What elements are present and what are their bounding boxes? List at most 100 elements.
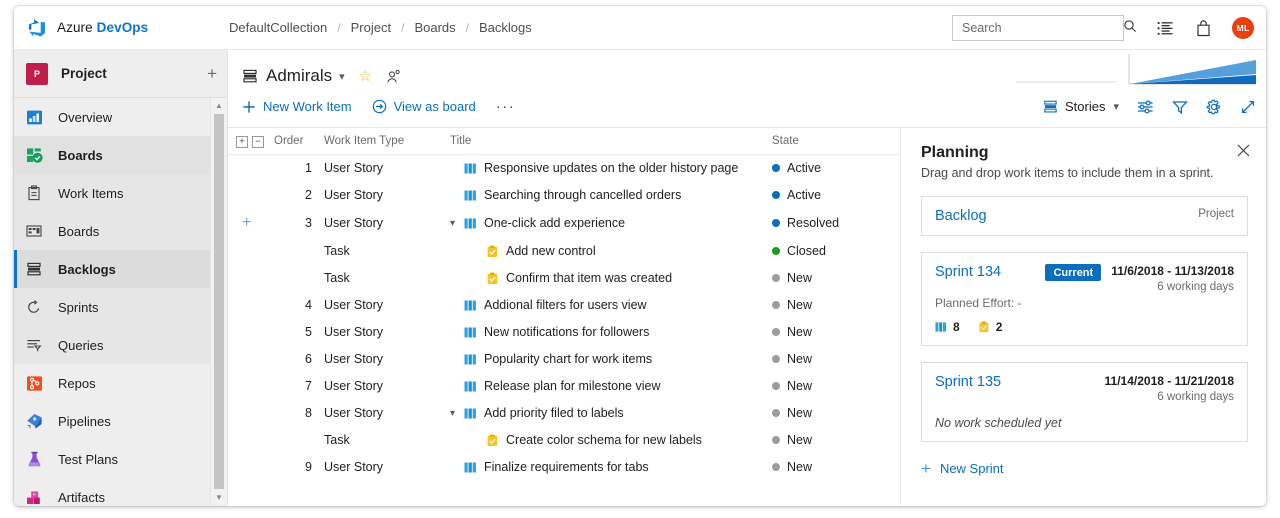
breadcrumb-item-backlogs[interactable]: Backlogs — [478, 20, 533, 35]
work-item-title-link[interactable]: Confirm that item was created — [506, 271, 672, 285]
filter-icon[interactable] — [1172, 99, 1188, 115]
work-item-title-link[interactable]: Create color schema for new labels — [506, 433, 702, 447]
user-story-icon — [464, 189, 477, 202]
settings-icon[interactable] — [1206, 98, 1222, 115]
row-add-child-cell — [228, 238, 272, 265]
sidebar-item-repos[interactable]: Repos — [14, 364, 227, 402]
scroll-up-icon[interactable]: ▲ — [211, 98, 227, 113]
table-row[interactable]: 5 User Story New notifications for followe… — [228, 319, 900, 346]
sidebar-item-sprints[interactable]: Sprints — [14, 288, 227, 326]
work-item-title-link[interactable]: One-click add experience — [484, 216, 625, 230]
sprint-link[interactable]: Sprint 134 — [935, 264, 1001, 280]
breadcrumb-item-boards[interactable]: Boards — [413, 20, 456, 35]
sidebar-item-boards[interactable]: Boards — [14, 212, 227, 250]
sidebar-item-test-plans[interactable]: Test Plans — [14, 440, 227, 478]
add-project-button[interactable]: + — [207, 65, 217, 82]
marketplace-icon[interactable] — [1152, 15, 1178, 41]
chevron-down-icon[interactable]: ▾ — [1113, 100, 1119, 113]
sprint-working-days: 6 working days — [1157, 391, 1234, 403]
collapse-all-button[interactable]: − — [252, 135, 264, 148]
work-item-title-link[interactable]: Release plan for milestone view — [484, 379, 660, 393]
new-work-item-label: New Work Item — [263, 99, 352, 114]
view-as-board-button[interactable]: View as board — [372, 99, 476, 114]
expand-all-button[interactable]: + — [236, 135, 248, 148]
cell-state: Active — [772, 154, 900, 182]
chevron-down-icon[interactable]: ▾ — [339, 70, 345, 83]
new-sprint-button[interactable]: + New Sprint — [921, 460, 1248, 477]
people-icon[interactable] — [386, 69, 401, 84]
status-dot — [772, 247, 780, 255]
work-item-title-link[interactable]: Searching through cancelled orders — [484, 188, 681, 202]
work-item-title-link[interactable]: Add new control — [506, 244, 596, 258]
scrollbar-thumb[interactable] — [214, 114, 224, 489]
fullscreen-icon[interactable] — [1240, 99, 1256, 115]
team-name[interactable]: Admirals — [266, 66, 332, 86]
chevron-down-icon[interactable]: ▾ — [450, 408, 464, 419]
work-item-title-link[interactable]: Add priority filed to labels — [484, 406, 624, 420]
search-input[interactable] — [962, 21, 1123, 35]
sprint-card[interactable]: Sprint 135 11/14/2018 - 11/21/2018 6 worki… — [921, 362, 1248, 442]
work-item-title-link[interactable]: New notifications for followers — [484, 325, 649, 339]
table-row[interactable]: 9 User Story Finalize requirements for tab… — [228, 454, 900, 481]
backlog-level-selector[interactable]: Stories ▾ — [1043, 99, 1119, 114]
sidebar-item-pipelines[interactable]: Pipelines — [14, 402, 227, 440]
shopping-bag-icon[interactable] — [1190, 15, 1216, 41]
cell-state: New — [772, 346, 900, 373]
sprint-link[interactable]: Sprint 135 — [935, 374, 1001, 390]
sidebar-item-work-items[interactable]: Work Items — [14, 174, 227, 212]
search-box[interactable] — [952, 15, 1136, 41]
star-icon[interactable]: ☆ — [359, 67, 372, 85]
work-item-title-link[interactable]: Popularity chart for work items — [484, 352, 652, 366]
table-row[interactable]: Task Create color schema for new labels Ne… — [228, 427, 900, 454]
global-top-bar: Azure DevOps DefaultCollection / Project… — [14, 6, 1266, 50]
plus-icon — [242, 100, 256, 114]
table-row[interactable]: 8 User Story ▾ Add priority filed to labels… — [228, 400, 900, 427]
table-row[interactable]: 1 User Story Responsive updates on the old… — [228, 154, 900, 182]
sidebar-item-backlogs[interactable]: Backlogs — [14, 250, 227, 288]
sidebar-item-overview[interactable]: Overview — [14, 98, 227, 136]
sprint-card[interactable]: Sprint 134 Current 11/6/2018 - 11/13/2018 6… — [921, 252, 1248, 346]
scroll-down-icon[interactable]: ▼ — [211, 490, 227, 505]
row-add-child-cell — [228, 292, 272, 319]
column-header-state[interactable]: State — [772, 128, 900, 155]
sidebar-item-artifacts[interactable]: Artifacts — [14, 478, 227, 506]
project-name: Project — [61, 66, 107, 81]
sidebar-item-boards-group[interactable]: Boards — [14, 136, 227, 174]
task-icon — [486, 245, 499, 258]
azure-devops-home-link[interactable]: Azure DevOps — [14, 17, 228, 39]
add-child-button[interactable]: + — [236, 214, 251, 231]
new-work-item-button[interactable]: New Work Item — [242, 99, 352, 114]
sidebar-item-label: Overview — [58, 109, 113, 125]
close-icon[interactable] — [1237, 144, 1250, 159]
sidebar-scrollbar[interactable]: ▲ ▼ — [210, 98, 227, 505]
search-icon[interactable] — [1123, 19, 1137, 38]
column-header-title[interactable]: Title — [450, 128, 772, 155]
left-sidebar: P Project + Overview Boards Work Items B… — [14, 50, 228, 506]
sidebar-item-queries[interactable]: Queries — [14, 326, 227, 364]
table-row[interactable]: 7 User Story Release plan for milestone vi… — [228, 373, 900, 400]
column-header-order[interactable]: Order — [272, 128, 324, 155]
work-item-title-link[interactable]: Addional filters for users view — [484, 298, 647, 312]
cell-work-item-type: User Story — [324, 216, 384, 230]
breadcrumb-item-project[interactable]: Project — [350, 20, 392, 35]
status-badge: New — [787, 406, 813, 420]
table-row[interactable]: Task Add new control Closed — [228, 238, 900, 265]
backlog-drop-target[interactable]: Backlog Project — [921, 196, 1248, 236]
column-options-icon[interactable] — [1137, 99, 1154, 115]
breadcrumb-item-collection[interactable]: DefaultCollection — [228, 20, 328, 35]
chevron-down-icon[interactable]: ▾ — [450, 218, 464, 229]
table-row[interactable]: +3 User Story ▾ One-click add experience Res… — [228, 209, 900, 238]
table-row[interactable]: 2 User Story Searching through cancelled o… — [228, 182, 900, 209]
avatar[interactable]: ML — [1232, 17, 1254, 39]
cell-title: Add new control — [450, 238, 772, 265]
table-row[interactable]: Task Confirm that item was created New — [228, 265, 900, 292]
work-item-title-link[interactable]: Finalize requirements for tabs — [484, 460, 649, 474]
table-row[interactable]: 4 User Story Addional filters for users vi… — [228, 292, 900, 319]
project-header[interactable]: P Project + — [14, 50, 227, 98]
table-row[interactable]: 6 User Story Popularity chart for work ite… — [228, 346, 900, 373]
more-options-button[interactable]: ··· — [496, 98, 516, 115]
queries-icon — [26, 337, 50, 353]
backlog-link[interactable]: Backlog — [935, 208, 987, 224]
work-item-title-link[interactable]: Responsive updates on the older history … — [484, 161, 738, 175]
column-header-type[interactable]: Work Item Type — [324, 128, 450, 155]
